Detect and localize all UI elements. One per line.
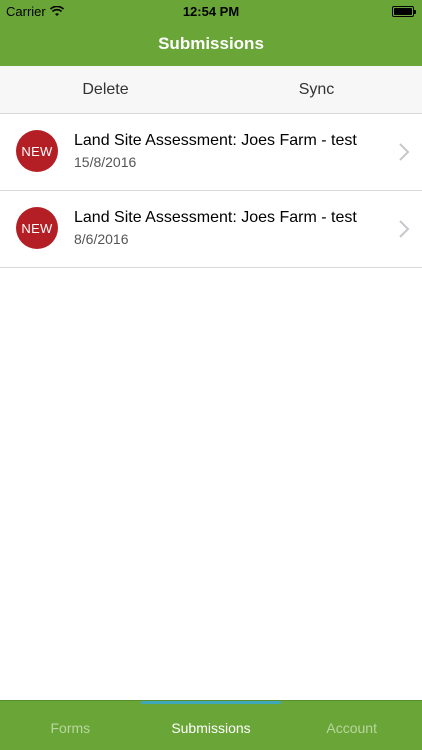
battery-icon	[392, 6, 416, 17]
submission-row[interactable]: NEW Land Site Assessment: Joes Farm - te…	[0, 191, 422, 268]
submissions-list: NEW Land Site Assessment: Joes Farm - te…	[0, 114, 422, 268]
action-toolbar: Delete Sync	[0, 66, 422, 114]
page-title: Submissions	[158, 34, 264, 53]
delete-button[interactable]: Delete	[0, 66, 211, 113]
submission-date: 15/8/2016	[74, 154, 137, 170]
active-tab-indicator	[140, 701, 282, 704]
tab-bar: Forms Submissions Account	[0, 700, 422, 750]
status-bar: Carrier 12:54 PM	[0, 0, 422, 22]
submission-date: 8/6/2016	[74, 231, 129, 247]
new-badge: NEW	[16, 207, 58, 249]
battery-fill	[394, 8, 412, 15]
tab-submissions[interactable]: Submissions	[140, 701, 282, 750]
new-badge: NEW	[16, 130, 58, 172]
chevron-right-icon	[399, 143, 410, 161]
tab-label: Submissions	[171, 719, 251, 736]
chevron-right-icon	[399, 220, 410, 238]
sync-button[interactable]: Sync	[211, 66, 422, 113]
tab-forms[interactable]: Forms	[0, 701, 141, 750]
tab-label: Account	[326, 719, 377, 736]
submission-title: Land Site Assessment: Joes Farm - test	[74, 132, 357, 149]
tab-account[interactable]: Account	[281, 701, 422, 750]
tab-label: Forms	[50, 719, 91, 736]
submission-title: Land Site Assessment: Joes Farm - test	[74, 209, 357, 226]
navigation-bar: Submissions	[0, 22, 422, 66]
clock: 12:54 PM	[182, 4, 240, 19]
submission-row[interactable]: NEW Land Site Assessment: Joes Farm - te…	[0, 114, 422, 191]
